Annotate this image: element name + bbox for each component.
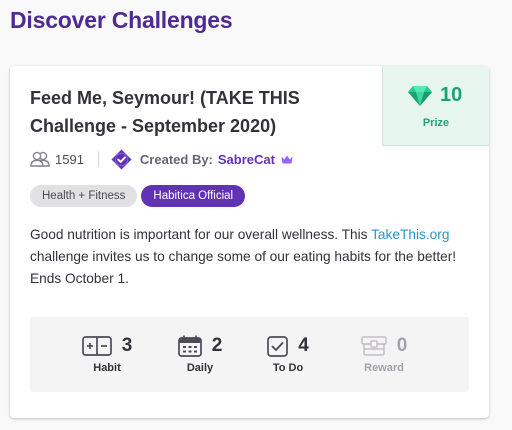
daily-label: Daily [186,362,214,374]
todo-count: 4 [298,335,309,356]
gem-icon [407,85,433,107]
tag-list: Health + Fitness Habitica Official [30,185,249,207]
habit-label: Habit [93,362,121,374]
todo-label: To Do [272,362,304,374]
challenge-description: Good nutrition is important for our over… [30,224,475,290]
habit-count: 3 [121,335,133,356]
description-text-end: challenge invites us to change some of o… [30,249,457,286]
members-icon [30,151,50,167]
created-by-label: Created By: [139,151,213,167]
prize-box: 10 Prize [382,66,489,146]
takethis-link[interactable]: TakeThis.org [371,227,449,242]
task-summary-panel: 3 Habit 2 Daily 4 To Do 0 Reward [30,317,469,392]
daily-count: 2 [211,335,223,356]
reward-count: 0 [396,335,408,356]
crown-icon [281,155,293,164]
description-text-start: Good nutrition is important for our over… [30,227,372,242]
prize-value: 10 [440,84,463,106]
habit-icon [81,336,112,356]
calendar-icon [177,335,202,357]
page-title: Discover Challenges [10,7,233,33]
meta-divider [97,151,99,167]
member-count: 1591 [55,151,84,167]
challenge-meta: 1591 Created By: SabreCat [30,148,293,170]
verified-badge-icon [111,149,132,170]
challenge-title[interactable]: Feed Me, Seymour! (TAKE THIS Challenge -… [30,84,372,140]
reward-label: Reward [364,362,404,374]
reward-icon [360,336,387,356]
creator-name[interactable]: SabreCat [218,152,275,167]
challenge-card[interactable]: Feed Me, Seymour! (TAKE THIS Challenge -… [10,66,489,418]
prize-label: Prize [422,117,450,129]
tag-habitica-official[interactable]: Habitica Official [141,185,246,207]
tag-health-fitness[interactable]: Health + Fitness [30,185,138,207]
checkbox-icon [267,335,289,357]
